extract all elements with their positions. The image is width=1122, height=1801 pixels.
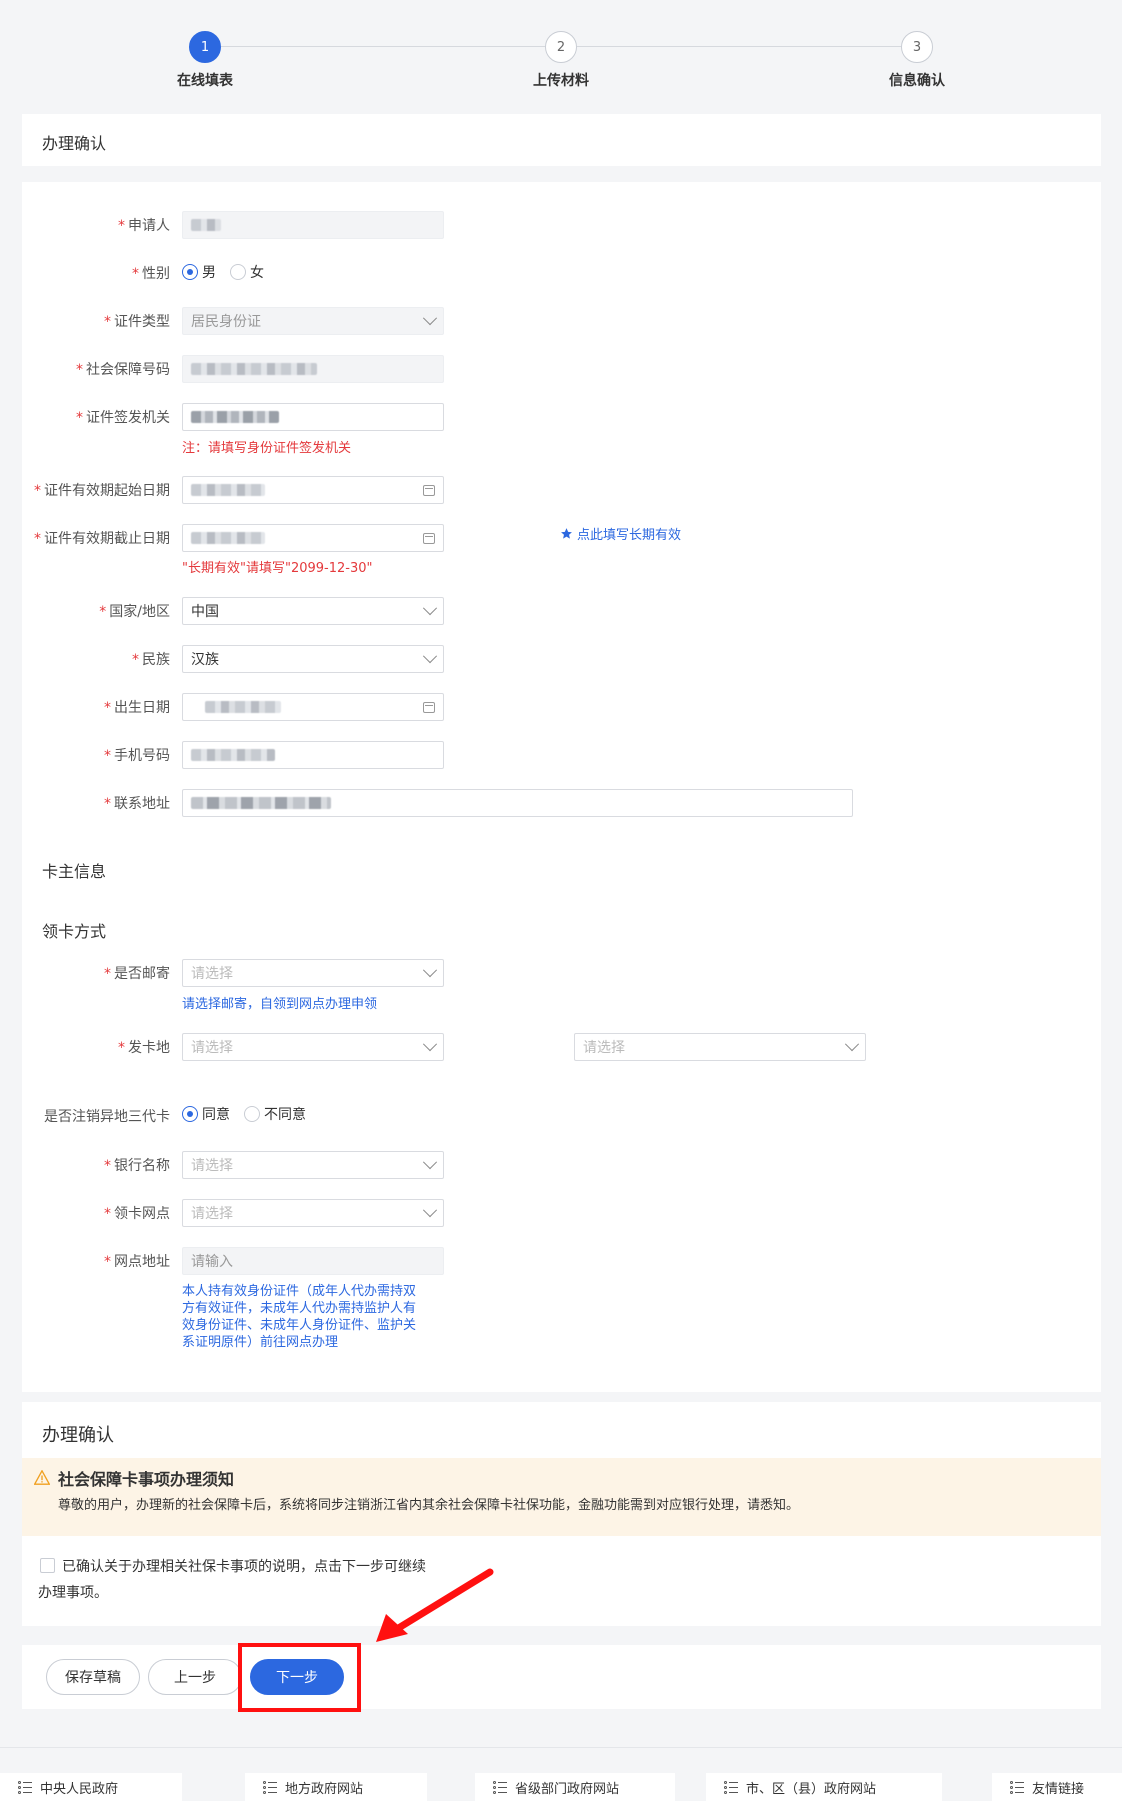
progress-stepper: 1 2 3 在线填表 上传材料 信息确认	[0, 0, 1122, 110]
calendar-icon	[423, 702, 435, 713]
id-type-select: 居民身份证	[182, 307, 444, 335]
valid-end-date-input[interactable]	[182, 524, 444, 552]
cancel-option-agree[interactable]: 同意	[182, 1104, 230, 1124]
prev-step-button[interactable]: 上一步	[148, 1659, 242, 1695]
mail-note: 请选择邮寄，自领到网点办理申领	[182, 997, 378, 1012]
bank-label: * 银行名称	[104, 1158, 170, 1174]
footer-link-provincial-dept[interactable]: 省级部门政府网站	[475, 1773, 675, 1801]
header-card	[22, 114, 1101, 166]
list-icon	[18, 1781, 32, 1794]
cancel-option-disagree[interactable]: 不同意	[244, 1104, 306, 1124]
footer-link-central-gov[interactable]: 中央人民政府	[0, 1773, 182, 1801]
birth-date-label: * 出生日期	[104, 700, 170, 716]
ss-number-label: * 社会保障号码	[76, 362, 170, 378]
footer-link-city-district[interactable]: 市、区（县）政府网站	[706, 1773, 942, 1801]
notice-title: 社会保障卡事项办理须知	[58, 1470, 235, 1489]
step-connector	[221, 46, 545, 47]
annotation-arrow-icon	[376, 1568, 494, 1642]
header-card-title: 办理确认	[42, 134, 107, 153]
list-icon	[263, 1781, 277, 1794]
ss-number-field	[182, 355, 444, 383]
warning-icon	[34, 1470, 50, 1485]
chevron-down-icon	[422, 1037, 438, 1052]
valid-start-date-input[interactable]	[182, 476, 444, 504]
bank-select[interactable]: 请选择	[182, 1151, 444, 1179]
list-icon	[1010, 1781, 1024, 1794]
chevron-down-icon	[422, 311, 438, 326]
chevron-down-icon	[422, 1155, 438, 1170]
gender-option-male[interactable]: 男	[182, 262, 216, 282]
cancel-third-gen-radio-group: 同意 不同意	[182, 1104, 320, 1124]
radio-unchecked-icon	[230, 264, 246, 280]
long-term-link[interactable]: 点此填写长期有效	[560, 524, 681, 543]
radio-checked-icon	[182, 1106, 198, 1122]
radio-unchecked-icon	[244, 1106, 260, 1122]
birth-date-input[interactable]	[182, 693, 444, 721]
valid-end-note: "长期有效"请填写"2099-12-30"	[182, 561, 373, 576]
issue-place-city-select[interactable]: 请选择	[574, 1033, 866, 1061]
id-type-label: * 证件类型	[104, 314, 170, 330]
footer-link-friend-links[interactable]: 友情链接	[992, 1773, 1122, 1801]
valid-start-label: * 证件有效期起始日期	[34, 483, 170, 499]
calendar-icon	[423, 533, 435, 544]
confirm-section-title: 办理确认	[42, 1425, 114, 1446]
country-label: * 国家/地区	[99, 604, 170, 620]
chevron-down-icon	[422, 649, 438, 664]
footer-link-local-gov[interactable]: 地方政府网站	[245, 1773, 427, 1801]
step-2-label: 上传材料	[533, 73, 589, 89]
star-icon	[561, 528, 572, 539]
outlet-note-line: 系证明原件）前往网点办理	[182, 1335, 339, 1350]
ethnicity-select[interactable]: 汉族	[182, 645, 444, 673]
checkbox-label-line2: 办理事项。	[38, 1585, 108, 1601]
mail-select[interactable]: 请选择	[182, 959, 444, 987]
phone-input[interactable]	[182, 741, 444, 769]
chevron-down-icon	[422, 963, 438, 978]
applicant-label: * 申请人	[118, 218, 170, 234]
save-draft-button[interactable]: 保存草稿	[46, 1659, 140, 1695]
address-label: * 联系地址	[104, 796, 170, 812]
applicant-field	[182, 211, 444, 239]
issue-place-label: * 发卡地	[118, 1040, 170, 1056]
step-1-indicator: 1	[189, 31, 221, 63]
confirm-checkbox[interactable]	[40, 1558, 55, 1573]
chevron-down-icon	[844, 1037, 860, 1052]
step-1-label: 在线填表	[177, 73, 233, 89]
list-icon	[493, 1781, 507, 1794]
notice-body: 尊敬的用户，办理新的社会保障卡后，系统将同步注销浙江省内其余社会保障卡社保功能，…	[58, 1498, 800, 1513]
phone-label: * 手机号码	[104, 748, 170, 764]
chevron-down-icon	[422, 601, 438, 616]
issue-place-select[interactable]: 请选择	[182, 1033, 444, 1061]
address-input[interactable]	[182, 789, 853, 817]
cancel-third-gen-label: 是否注销异地三代卡	[44, 1109, 170, 1125]
outlet-address-input: 请输入	[182, 1247, 444, 1275]
mail-label: * 是否邮寄	[104, 966, 170, 982]
radio-checked-icon	[182, 264, 198, 280]
step-3-indicator: 3	[901, 31, 933, 63]
step-3-label: 信息确认	[889, 73, 945, 89]
step-2-indicator: 2	[545, 31, 577, 63]
valid-end-label: * 证件有效期截止日期	[34, 531, 170, 547]
calendar-icon	[423, 485, 435, 496]
issuing-authority-note: 注：请填写身份证件签发机关	[182, 441, 352, 456]
outlet-select[interactable]: 请选择	[182, 1199, 444, 1227]
issuing-authority-input[interactable]	[182, 403, 444, 431]
country-select[interactable]: 中国	[182, 597, 444, 625]
card-method-section-title: 领卡方式	[42, 922, 107, 941]
ethnicity-label: * 民族	[132, 652, 170, 668]
chevron-down-icon	[422, 1203, 438, 1218]
outlet-address-label: * 网点地址	[104, 1254, 170, 1270]
gender-option-female[interactable]: 女	[230, 262, 264, 282]
list-icon	[724, 1781, 738, 1794]
cardholder-section-title: 卡主信息	[42, 862, 107, 881]
gender-label: * 性别	[132, 266, 170, 282]
highlight-box	[238, 1643, 361, 1712]
issuing-authority-label: * 证件签发机关	[76, 410, 170, 426]
step-connector	[577, 46, 901, 47]
gender-radio-group: 男 女	[182, 262, 278, 282]
outlet-label: * 领卡网点	[104, 1206, 170, 1222]
